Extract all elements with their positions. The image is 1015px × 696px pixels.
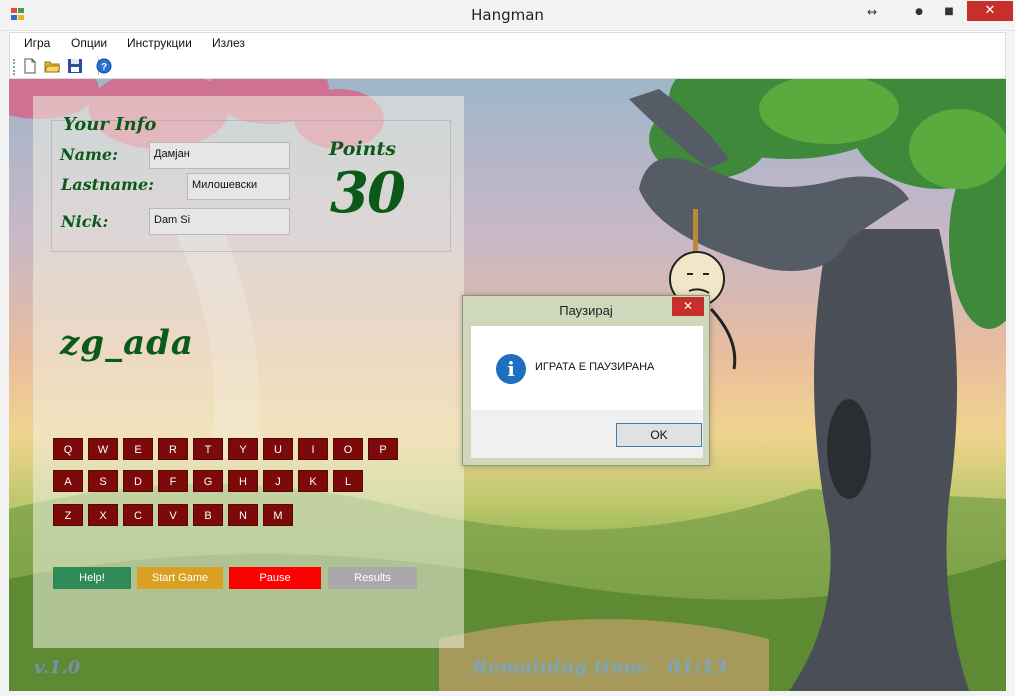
key-p[interactable]: P — [368, 438, 398, 460]
key-r[interactable]: R — [158, 438, 188, 460]
help-button[interactable]: Help! — [53, 567, 131, 589]
name-field[interactable]: Дамјан — [149, 142, 290, 169]
toolbar: ? — [9, 55, 1006, 79]
svg-text:?: ? — [101, 62, 107, 73]
minimize-button[interactable]: ● — [906, 2, 932, 22]
window-border-left — [0, 31, 9, 696]
key-n[interactable]: N — [228, 504, 258, 526]
maximize-button[interactable]: ■ — [936, 2, 962, 22]
info-icon: i — [496, 354, 526, 384]
open-folder-icon[interactable] — [44, 58, 60, 74]
key-i[interactable]: I — [298, 438, 328, 460]
key-g[interactable]: G — [193, 470, 223, 492]
key-l[interactable]: L — [333, 470, 363, 492]
dialog-close-button[interactable]: ✕ — [672, 297, 704, 316]
key-o[interactable]: O — [333, 438, 363, 460]
save-icon[interactable] — [67, 58, 83, 74]
key-m[interactable]: M — [263, 504, 293, 526]
dialog-message: ИГРАТА Е ПАУЗИРАНА — [535, 361, 655, 373]
remaining-time: Remaining time: 01:13 — [472, 656, 727, 678]
menu-exit[interactable]: Излез — [212, 36, 245, 50]
key-c[interactable]: C — [123, 504, 153, 526]
start-game-button[interactable]: Start Game — [137, 567, 223, 589]
key-w[interactable]: W — [88, 438, 118, 460]
remaining-time-value: 01:13 — [667, 656, 728, 678]
key-q[interactable]: Q — [53, 438, 83, 460]
remaining-time-label: Remaining time: — [472, 656, 650, 678]
toolbar-grip — [13, 59, 15, 75]
key-x[interactable]: X — [88, 504, 118, 526]
key-f[interactable]: F — [158, 470, 188, 492]
window-border-right — [1006, 31, 1015, 696]
key-b[interactable]: B — [193, 504, 223, 526]
key-t[interactable]: T — [193, 438, 223, 460]
title-bar: Hangman ↔ ● ■ ✕ — [0, 0, 1015, 31]
lastname-field[interactable]: Милошевски — [187, 173, 290, 200]
new-file-icon[interactable] — [22, 58, 38, 74]
lastname-label: Lastname: — [61, 175, 155, 194]
pause-dialog: Паузирај ✕ i ИГРАТА Е ПАУЗИРАНА OK — [462, 295, 710, 466]
key-d[interactable]: D — [123, 470, 153, 492]
pause-button[interactable]: Pause — [229, 567, 321, 589]
key-e[interactable]: E — [123, 438, 153, 460]
key-h[interactable]: H — [228, 470, 258, 492]
points-value: 30 — [330, 160, 406, 226]
version-label: v.1.0 — [34, 657, 81, 678]
results-button[interactable]: Results — [328, 567, 417, 589]
key-j[interactable]: J — [263, 470, 293, 492]
help-icon[interactable]: ? — [96, 58, 112, 74]
close-button[interactable]: ✕ — [967, 1, 1013, 21]
key-k[interactable]: K — [298, 470, 328, 492]
menu-game[interactable]: Игра — [24, 36, 50, 50]
key-z[interactable]: Z — [53, 504, 83, 526]
key-y[interactable]: Y — [228, 438, 258, 460]
ok-button[interactable]: OK — [616, 423, 702, 447]
menu-options[interactable]: Опции — [71, 36, 107, 50]
dialog-body: i ИГРАТА Е ПАУЗИРАНА — [471, 326, 703, 410]
masked-word: zg_ada — [60, 323, 194, 363]
key-a[interactable]: A — [53, 470, 83, 492]
window-border-bottom — [0, 691, 1015, 696]
menu-instructions[interactable]: Инструкции — [127, 36, 192, 50]
menu-bar: Игра Опции Инструкции Излез — [9, 32, 1006, 55]
info-title: Your Info — [63, 114, 157, 135]
key-u[interactable]: U — [263, 438, 293, 460]
name-label: Name: — [60, 145, 119, 164]
key-s[interactable]: S — [88, 470, 118, 492]
points-label: Points — [329, 138, 396, 160]
nick-label: Nick: — [61, 212, 109, 231]
nick-field[interactable]: Dam Si — [149, 208, 290, 235]
resize-icon[interactable]: ↔ — [859, 2, 885, 22]
dialog-footer: OK — [471, 410, 703, 458]
key-v[interactable]: V — [158, 504, 188, 526]
